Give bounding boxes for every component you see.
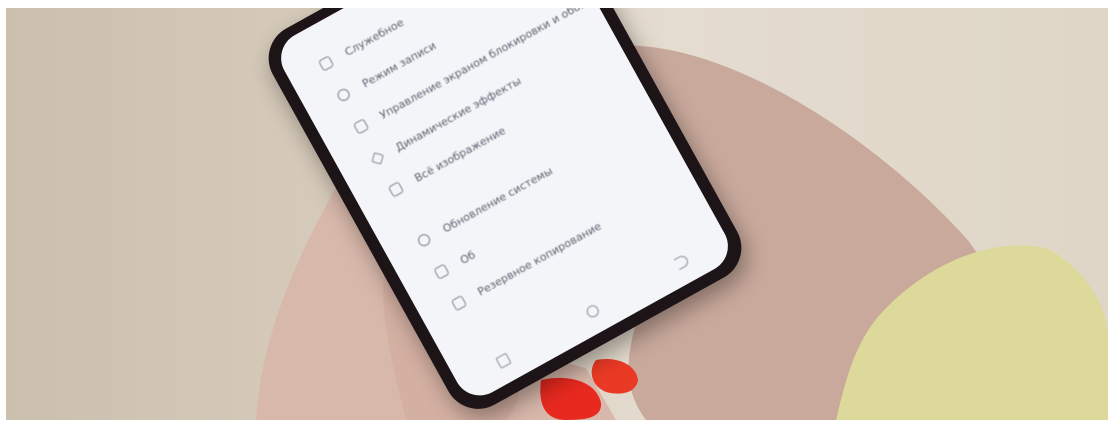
menu-item-label: Об [457, 247, 478, 267]
effects-icon [371, 152, 384, 165]
image-icon [387, 181, 405, 198]
back-icon[interactable] [673, 253, 691, 271]
circle-icon [335, 86, 352, 104]
lock-icon [352, 118, 370, 135]
photo: Служебное Режим записи Управление экрано… [6, 8, 1108, 420]
update-icon [415, 231, 433, 249]
recent-apps-icon[interactable] [495, 352, 512, 369]
home-icon[interactable] [584, 303, 601, 320]
square-icon [318, 55, 335, 72]
info-icon [433, 263, 450, 280]
backup-icon [450, 294, 468, 312]
